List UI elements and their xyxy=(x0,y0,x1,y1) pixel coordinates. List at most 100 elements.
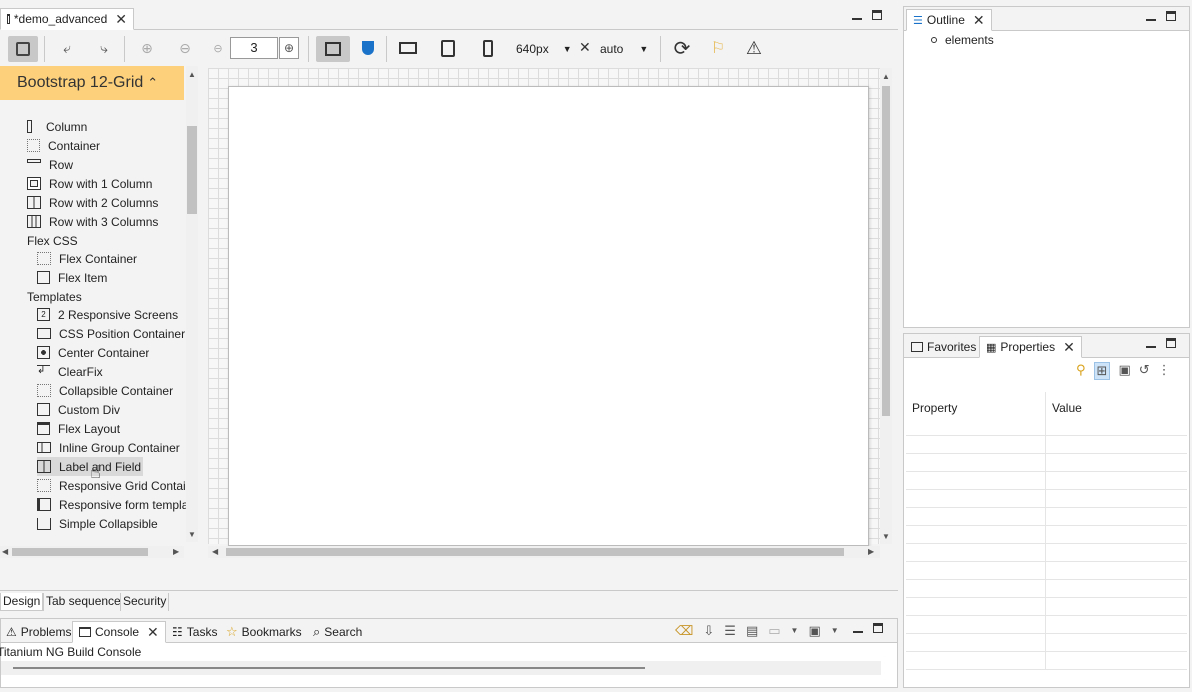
tab-bookmarks[interactable]: ☆ Bookmarks xyxy=(219,621,309,643)
palette-item-template[interactable]: Inline Group Container xyxy=(37,438,180,457)
palette-item-flex-item[interactable]: Flex Item xyxy=(37,268,107,287)
grid-toggle-button[interactable] xyxy=(316,36,350,62)
desktop-view-button[interactable] xyxy=(396,36,420,60)
palette-item-template[interactable]: CSS Position Container xyxy=(37,324,185,343)
scrollbar-thumb[interactable] xyxy=(187,126,197,214)
tree-view-icon[interactable]: ⊞ xyxy=(1093,362,1111,380)
palette-item-template[interactable]: Responsive form templa xyxy=(37,495,187,514)
scrollbar-thumb[interactable] xyxy=(12,548,148,556)
maximize-icon[interactable] xyxy=(873,623,883,633)
canvas-vertical-scrollbar[interactable]: ▲ ▼ xyxy=(880,68,892,544)
outline-tree-item[interactable]: elements xyxy=(931,33,994,47)
palette-item-template[interactable]: Simple Collapsible xyxy=(37,514,158,533)
close-icon[interactable]: ✕ xyxy=(147,625,159,639)
select-tool-button[interactable] xyxy=(8,36,38,62)
width-dropdown[interactable]: 640px ▼ xyxy=(516,40,576,58)
tablet-view-button[interactable] xyxy=(436,36,460,60)
tab-sequence[interactable]: Tab sequence xyxy=(43,593,123,611)
palette-item-template[interactable]: Center Container xyxy=(37,343,149,362)
console-horizontal-scrollbar[interactable] xyxy=(1,661,881,675)
scrollbar-thumb[interactable] xyxy=(226,548,844,556)
close-icon[interactable]: ✕ xyxy=(115,12,127,26)
scrollbar-thumb[interactable] xyxy=(13,667,645,669)
property-row[interactable] xyxy=(906,652,1187,670)
pin-icon[interactable]: ⚲ xyxy=(1076,362,1086,380)
value-column-header[interactable]: Value xyxy=(1046,392,1088,435)
tab-security[interactable]: Security xyxy=(120,593,170,611)
scroll-right-icon[interactable]: ▶ xyxy=(868,547,874,556)
palette-item-template[interactable]: Collapsible Container xyxy=(37,381,173,400)
phone-view-button[interactable] xyxy=(476,36,500,60)
tab-favorites[interactable]: Favorites xyxy=(904,336,983,358)
minimize-icon[interactable] xyxy=(1146,338,1156,348)
property-row[interactable] xyxy=(906,544,1187,562)
property-row[interactable] xyxy=(906,616,1187,634)
chevron-down-icon[interactable]: ▼ xyxy=(791,623,799,639)
pin-console-icon[interactable]: ▤ xyxy=(746,623,758,639)
editor-tab[interactable]: *demo_advanced ✕ xyxy=(0,8,134,30)
refresh-button[interactable]: ⟳ xyxy=(670,36,694,60)
palette-item-container[interactable]: Container xyxy=(27,136,100,155)
scroll-left-icon[interactable]: ◀ xyxy=(2,547,8,556)
palette-item-row[interactable]: Row xyxy=(27,155,73,174)
property-row[interactable] xyxy=(906,472,1187,490)
palette-item-row-3col[interactable]: Row with 3 Columns xyxy=(27,212,158,231)
palette-item-template[interactable]: Custom Div xyxy=(37,400,120,419)
css-button[interactable] xyxy=(356,36,380,60)
canvas-horizontal-scrollbar[interactable]: ◀ ▶ xyxy=(208,546,880,558)
zoom-input[interactable]: 3 xyxy=(230,37,278,59)
minimize-icon[interactable] xyxy=(1146,11,1156,21)
more-options-icon[interactable]: ⋮ xyxy=(1158,362,1171,380)
property-row[interactable] xyxy=(906,490,1187,508)
maximize-icon[interactable] xyxy=(872,10,882,20)
design-canvas[interactable] xyxy=(208,68,880,546)
zoom-in-small-button[interactable]: ⊕ xyxy=(279,37,299,59)
scroll-up-icon[interactable]: ▲ xyxy=(188,70,196,79)
palette-item-flex-container[interactable]: Flex Container xyxy=(37,249,137,268)
scroll-up-icon[interactable]: ▲ xyxy=(882,72,890,81)
undo-button[interactable]: ⤶ xyxy=(55,36,79,60)
property-row[interactable] xyxy=(906,562,1187,580)
clear-console-icon[interactable]: ⌫ xyxy=(675,623,693,639)
zoom-out-small-button[interactable]: ⊖ xyxy=(210,36,226,60)
categories-icon[interactable]: ▣ xyxy=(1118,362,1130,380)
restore-default-icon[interactable]: ↺ xyxy=(1139,362,1150,380)
property-column-header[interactable]: Property xyxy=(906,392,1046,435)
palette-item-template[interactable]: Flex Layout xyxy=(37,419,120,438)
palette-item-row-1col[interactable]: Row with 1 Column xyxy=(27,174,152,193)
scrollbar-thumb[interactable] xyxy=(882,86,890,416)
palette-horizontal-scrollbar[interactable]: ◀ ▶ xyxy=(0,546,184,558)
close-icon[interactable]: ✕ xyxy=(973,13,985,27)
zoom-in-button[interactable]: ⊕ xyxy=(135,36,159,60)
scroll-left-icon[interactable]: ◀ xyxy=(212,547,218,556)
palette-vertical-scrollbar[interactable]: ▲ ▼ xyxy=(186,66,198,542)
canvas-page[interactable] xyxy=(228,86,869,546)
tab-search[interactable]: ⌕ Search xyxy=(306,621,369,643)
scroll-right-icon[interactable]: ▶ xyxy=(173,547,179,556)
redo-button[interactable]: ⤷ xyxy=(92,36,116,60)
scroll-down-icon[interactable]: ▼ xyxy=(882,532,890,541)
palette-item-column[interactable]: Column xyxy=(27,117,87,136)
new-console-icon[interactable]: ▣ xyxy=(808,623,820,639)
tab-console[interactable]: Console ✕ xyxy=(72,621,166,643)
scroll-lock-icon[interactable]: ⇩ xyxy=(703,623,714,639)
property-row[interactable] xyxy=(906,580,1187,598)
palette-item-template[interactable]: Responsive Grid Contain xyxy=(37,476,187,495)
warning-button[interactable]: ⚠ xyxy=(742,36,766,60)
scroll-down-icon[interactable]: ▼ xyxy=(188,530,196,539)
close-icon[interactable]: ✕ xyxy=(1063,340,1075,354)
zoom-out-button[interactable]: ⊖ xyxy=(173,36,197,60)
maximize-icon[interactable] xyxy=(1166,11,1176,21)
property-row[interactable] xyxy=(906,526,1187,544)
height-dropdown[interactable]: auto ▼ xyxy=(600,40,650,58)
palette-item-template[interactable]: ↲ ClearFix xyxy=(37,362,103,381)
tab-problems[interactable]: ⚠ Problems xyxy=(0,621,78,643)
property-row[interactable] xyxy=(906,634,1187,652)
minimize-icon[interactable] xyxy=(852,10,862,20)
tab-properties[interactable]: ▦ Properties ✕ xyxy=(979,336,1082,358)
maximize-icon[interactable] xyxy=(1166,338,1176,348)
property-row[interactable] xyxy=(906,436,1187,454)
palette-item-template[interactable]: 2 2 Responsive Screens xyxy=(37,305,178,324)
palette-item-row-2col[interactable]: Row with 2 Columns xyxy=(27,193,158,212)
chevron-down-icon[interactable]: ▼ xyxy=(831,623,839,639)
